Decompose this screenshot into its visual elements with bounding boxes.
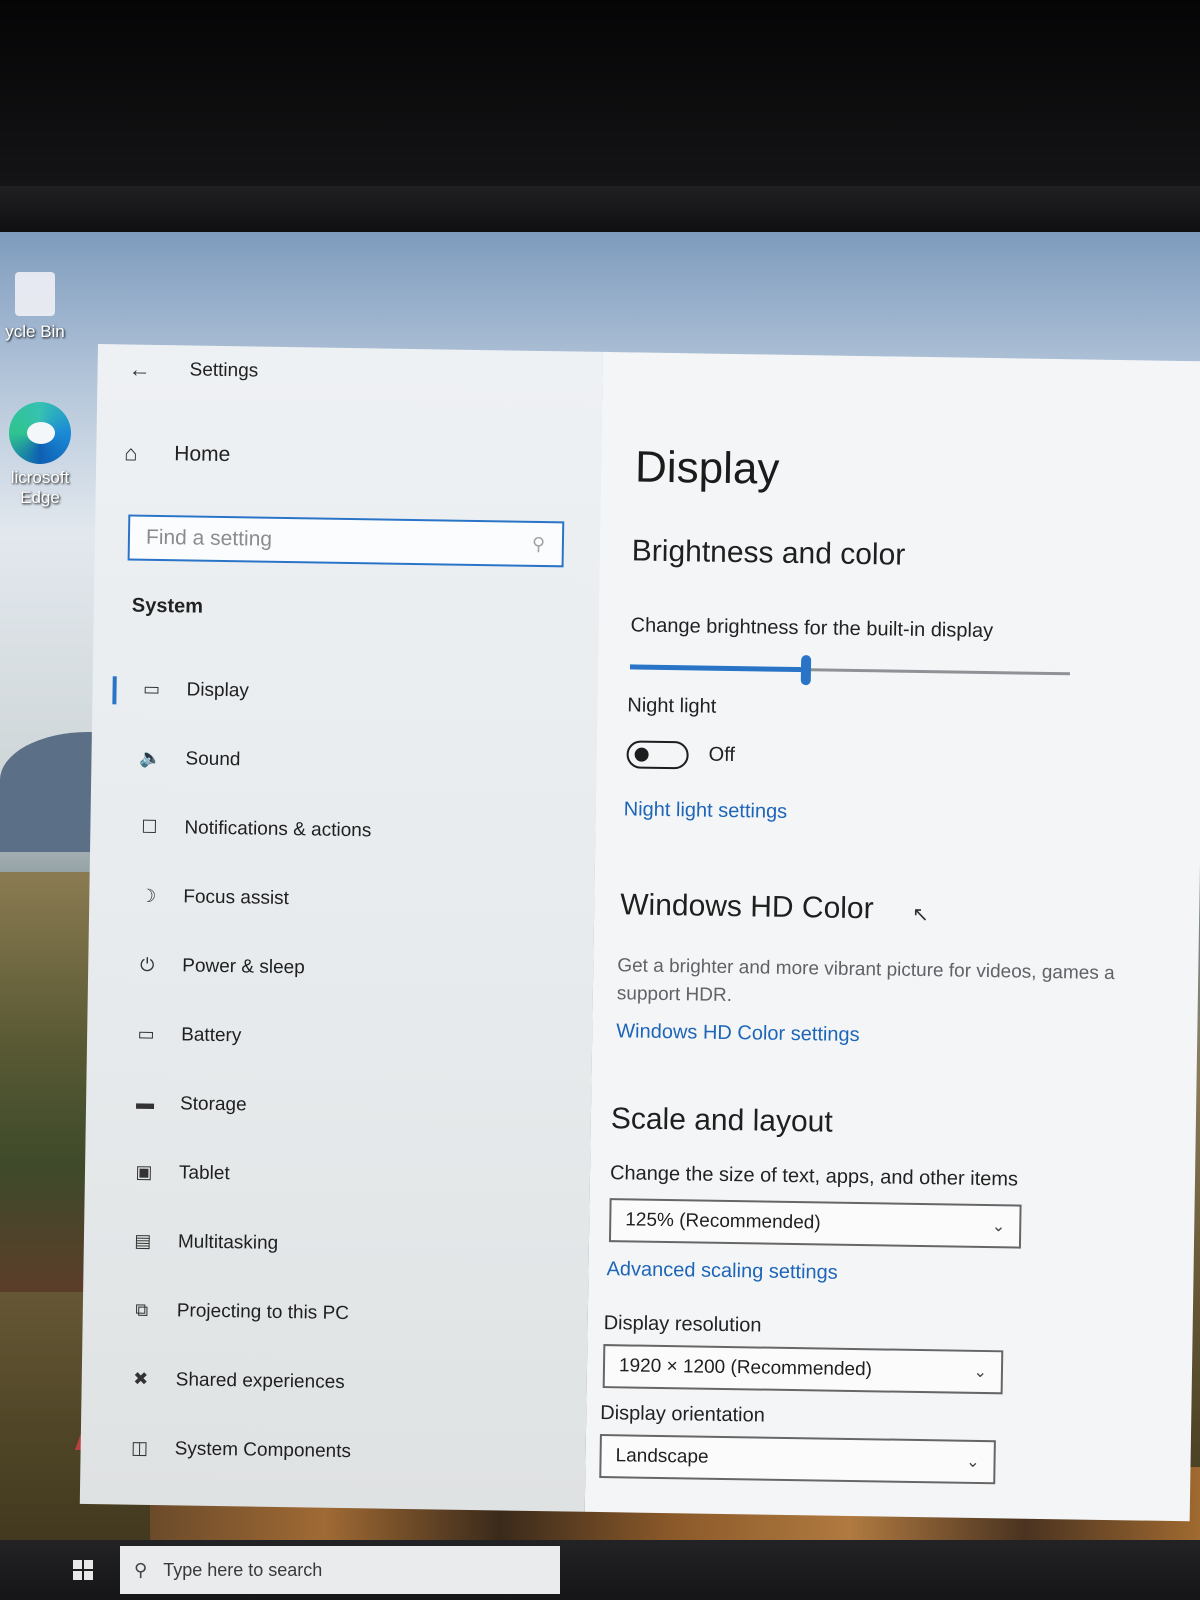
sidebar-item-label: Storage [179,1092,247,1115]
sidebar-item-power[interactable]: ⏻ Power & sleep [108,930,579,1006]
sidebar-item-multitasking[interactable]: ▤ Multitasking [103,1206,574,1282]
recycle-bin-icon [15,272,55,316]
sidebar-item-label: Projecting to this PC [176,1299,350,1324]
orientation-value: Landscape [615,1445,709,1468]
search-box[interactable]: ⚲ [127,514,565,568]
desktop-icon-label: licrosoft Edge [10,468,70,507]
home-label: Home [174,442,231,467]
power-icon: ⏻ [139,954,155,975]
night-light-state: Off [708,743,736,767]
taskbar: ⚲ Type here to search [0,1540,1200,1600]
tablet-icon: ▣ [135,1161,153,1182]
sidebar-item-label: Focus assist [183,885,290,909]
sidebar-item-battery[interactable]: ▭ Battery [107,999,578,1075]
sidebar-item-storage[interactable]: ▬ Storage [106,1068,577,1144]
edge-logo-icon [9,402,71,464]
desktop-icon-label: ycle Bin [5,322,65,341]
start-button[interactable] [58,1545,108,1595]
sidebar-item-label: Multitasking [177,1230,279,1254]
components-icon: ◫ [130,1437,149,1458]
scale-layout-heading: Scale and layout [610,1102,833,1139]
windows-logo-icon [73,1560,93,1580]
sidebar-item-label: Display [186,678,250,701]
toggle-knob [634,747,649,762]
settings-content: Display Brightness and color Change brig… [584,351,1200,1522]
moon-icon: ☽ [140,885,157,906]
scale-dropdown[interactable]: 125% (Recommended) ⌄ [608,1198,1022,1249]
search-input[interactable] [129,524,533,557]
mouse-cursor-icon: ↖ [911,903,930,927]
search-icon: ⚲ [531,533,546,554]
sidebar-item-notifications[interactable]: ☐ Notifications & actions [110,792,581,868]
taskbar-search-box[interactable]: ⚲ Type here to search [120,1546,560,1594]
sidebar-item-tablet[interactable]: ▣ Tablet [104,1137,575,1213]
sidebar-item-label: Battery [181,1023,242,1046]
scale-label: Change the size of text, apps, and other… [609,1162,1019,1191]
orientation-label: Display orientation [600,1402,765,1427]
chevron-down-icon: ⌄ [966,1453,980,1471]
slider-thumb[interactable] [800,655,812,686]
resolution-value: 1920 × 1200 (Recommended) [618,1355,873,1381]
taskbar-search-placeholder: Type here to search [163,1559,323,1580]
section-header: System [131,594,204,618]
night-light-toggle[interactable] [626,740,689,770]
storage-icon: ▬ [135,1092,155,1113]
resolution-dropdown[interactable]: 1920 × 1200 (Recommended) ⌄ [602,1344,1004,1395]
desktop-icon-recycle-bin[interactable]: ycle Bin [0,272,70,342]
monitor-bezel-edge [0,186,1200,234]
page-title: Display [634,442,780,494]
monitor-bezel [0,0,1200,190]
hd-color-settings-link[interactable]: Windows HD Color settings [616,1020,860,1047]
sidebar-item-label: System Components [174,1437,352,1462]
search-icon: ⚲ [134,1559,148,1580]
sidebar-nav: ▭ Display 🔈 Sound ☐ Notifications & acti… [100,654,583,1489]
back-button[interactable]: ← [119,349,160,390]
sidebar-item-system-components[interactable]: ◫ System Components [100,1413,571,1489]
app-title: Settings [189,359,259,382]
arrow-left-icon: ← [128,356,151,382]
chevron-down-icon: ⌄ [973,1363,988,1382]
orientation-dropdown[interactable]: Landscape ⌄ [599,1434,996,1485]
shared-icon: ✖ [133,1368,149,1389]
hd-color-heading: Windows HD Color [619,888,874,926]
brightness-label: Change brightness for the built-in displ… [630,614,994,643]
sidebar-item-label: Notifications & actions [184,816,372,841]
projecting-icon: ⧉ [135,1299,149,1320]
brightness-heading: Brightness and color [631,534,906,572]
sidebar-item-label: Power & sleep [182,954,305,978]
monitor-icon: ▭ [142,678,161,700]
battery-icon: ▭ [137,1023,155,1044]
speaker-icon: 🔈 [139,747,162,769]
sidebar-item-projecting[interactable]: ⧉ Projecting to this PC [102,1275,573,1351]
desktop-icon-edge[interactable]: licrosoft Edge [0,402,80,508]
resolution-label: Display resolution [603,1312,762,1337]
sidebar-item-label: Shared experiences [175,1368,345,1393]
hd-color-description: Get a brighter and more vibrant picture … [616,955,1115,1007]
home-icon: ⌂ [124,440,138,466]
night-light-label: Night light [627,694,717,718]
settings-window: ← Settings ⌂ Home ⚲ System ▭ Display 🔈 S… [79,344,1200,1531]
sidebar-item-sound[interactable]: 🔈 Sound [111,723,582,799]
notification-icon: ☐ [141,816,158,837]
night-light-settings-link[interactable]: Night light settings [624,798,788,824]
settings-sidebar: ← Settings ⌂ Home ⚲ System ▭ Display 🔈 S… [79,344,603,1512]
advanced-scaling-link[interactable]: Advanced scaling settings [606,1258,838,1285]
sidebar-item-label: Tablet [178,1161,230,1184]
sidebar-item-focus-assist[interactable]: ☽ Focus assist [109,861,580,937]
brightness-slider[interactable] [629,652,1070,689]
sidebar-item-display[interactable]: ▭ Display [112,654,583,730]
sidebar-item-label: Sound [185,747,241,770]
multitasking-icon: ▤ [134,1230,152,1251]
title-bar: ← Settings [97,344,603,402]
home-link[interactable]: ⌂ Home [124,440,230,468]
chevron-down-icon: ⌄ [991,1218,1006,1236]
sidebar-item-shared-experiences[interactable]: ✖ Shared experiences [101,1344,572,1420]
slider-fill [629,664,807,673]
scale-value: 125% (Recommended) [625,1209,821,1234]
